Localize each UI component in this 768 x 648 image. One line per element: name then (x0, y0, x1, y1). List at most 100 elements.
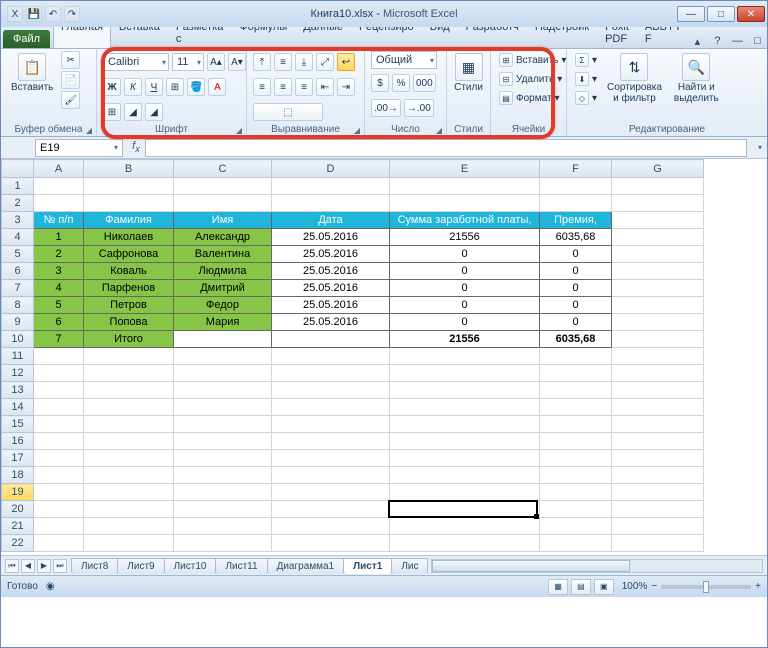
tab-next-icon[interactable]: ▶ (37, 559, 51, 573)
sheet-tab[interactable]: Лист9 (117, 558, 164, 574)
cell[interactable]: Сафронова (84, 246, 174, 263)
cell[interactable] (84, 416, 174, 433)
cell[interactable]: 3 (34, 263, 84, 280)
cell[interactable] (272, 331, 390, 348)
paste-button[interactable]: 📋 Вставить (7, 51, 57, 96)
cell[interactable] (174, 484, 272, 501)
cell[interactable] (390, 501, 540, 518)
fx-button[interactable]: fx (127, 140, 145, 154)
cell[interactable] (272, 433, 390, 450)
cell[interactable]: Валентина (174, 246, 272, 263)
cell[interactable]: 25.05.2016 (272, 229, 390, 246)
cell[interactable]: 0 (540, 246, 612, 263)
row-header[interactable]: 10 (2, 331, 34, 348)
decrease-decimal-button[interactable]: →.00 (404, 99, 434, 117)
cell[interactable] (34, 195, 84, 212)
orientation-button[interactable]: ⤢ (316, 53, 334, 71)
cell[interactable] (174, 195, 272, 212)
cell[interactable] (612, 195, 704, 212)
number-launcher-icon[interactable]: ◢ (436, 126, 442, 135)
cell[interactable]: Парфенов (84, 280, 174, 297)
cell[interactable] (34, 178, 84, 195)
row-header[interactable]: 16 (2, 433, 34, 450)
cell[interactable] (540, 501, 612, 518)
cell[interactable]: Дмитрий (174, 280, 272, 297)
cell[interactable] (390, 348, 540, 365)
cell[interactable]: Петров (84, 297, 174, 314)
cell[interactable] (34, 416, 84, 433)
sort-filter-button[interactable]: ⇅ Сортировка и фильтр (603, 51, 666, 106)
cell[interactable] (540, 484, 612, 501)
cell[interactable] (540, 195, 612, 212)
cell[interactable] (272, 382, 390, 399)
cell[interactable]: 5 (34, 297, 84, 314)
borders-button[interactable]: ⊞ (103, 103, 121, 121)
cell[interactable]: 2 (34, 246, 84, 263)
cell[interactable]: 0 (390, 280, 540, 297)
cell[interactable] (540, 467, 612, 484)
cell[interactable]: 25.05.2016 (272, 263, 390, 280)
cell[interactable]: 25.05.2016 (272, 314, 390, 331)
cell[interactable]: Мария (174, 314, 272, 331)
undo-icon[interactable]: ↶ (45, 6, 61, 22)
redo-icon[interactable]: ↷ (64, 6, 80, 22)
cell[interactable] (390, 416, 540, 433)
align-launcher-icon[interactable]: ◢ (354, 126, 360, 135)
percent-button[interactable]: % (392, 74, 410, 92)
doc-minimize-icon[interactable]: — (729, 35, 745, 48)
cell[interactable] (540, 433, 612, 450)
fill-button[interactable]: ⬇▾ (573, 70, 599, 88)
decrease-indent-button[interactable]: ⇤ (316, 78, 334, 96)
delete-cells-button[interactable]: ⊟Удалить ▾ (497, 70, 564, 88)
cell[interactable] (272, 467, 390, 484)
cell[interactable] (272, 416, 390, 433)
row-header[interactable]: 2 (2, 195, 34, 212)
autosum-button[interactable]: Σ▾ (573, 51, 599, 69)
row-header[interactable]: 20 (2, 501, 34, 518)
row-header[interactable]: 21 (2, 518, 34, 535)
help-icon[interactable]: ? (709, 35, 725, 48)
cell[interactable]: Коваль (84, 263, 174, 280)
cell[interactable] (612, 263, 704, 280)
cell[interactable] (84, 484, 174, 501)
cell[interactable] (272, 501, 390, 518)
cell[interactable] (34, 467, 84, 484)
grow-font-button[interactable]: A▴ (207, 53, 225, 71)
cell[interactable] (272, 450, 390, 467)
cell[interactable] (612, 331, 704, 348)
find-select-button[interactable]: 🔍 Найти и выделить (670, 51, 723, 106)
cell[interactable] (540, 365, 612, 382)
cell[interactable] (540, 399, 612, 416)
cell[interactable]: 25.05.2016 (272, 246, 390, 263)
row-header[interactable]: 6 (2, 263, 34, 280)
col-header[interactable]: G (612, 160, 704, 178)
bold-button[interactable]: Ж (103, 78, 121, 96)
cell[interactable] (174, 416, 272, 433)
row-header[interactable]: 18 (2, 467, 34, 484)
save-icon[interactable]: 💾 (26, 6, 42, 22)
col-header[interactable]: A (34, 160, 84, 178)
cell[interactable] (540, 178, 612, 195)
cell[interactable] (34, 450, 84, 467)
cell[interactable]: 0 (540, 263, 612, 280)
font-name-combo[interactable]: Calibri (103, 53, 169, 71)
col-header[interactable]: C (174, 160, 272, 178)
cell[interactable] (612, 382, 704, 399)
excel-icon[interactable]: X (7, 6, 23, 22)
macro-record-icon[interactable]: ◉ (46, 581, 55, 592)
cell[interactable]: 0 (390, 297, 540, 314)
zoom-out-button[interactable]: − (651, 581, 657, 592)
cell[interactable] (272, 399, 390, 416)
cell[interactable] (272, 365, 390, 382)
cell[interactable]: 0 (540, 280, 612, 297)
row-header[interactable]: 12 (2, 365, 34, 382)
cell[interactable]: 0 (390, 263, 540, 280)
cell[interactable]: 1 (34, 229, 84, 246)
cell[interactable] (34, 535, 84, 552)
increase-decimal-button[interactable]: .00→ (371, 99, 401, 117)
cell[interactable]: 25.05.2016 (272, 297, 390, 314)
row-header[interactable]: 8 (2, 297, 34, 314)
row-header[interactable]: 4 (2, 229, 34, 246)
row-header[interactable]: 22 (2, 535, 34, 552)
cell[interactable] (390, 382, 540, 399)
